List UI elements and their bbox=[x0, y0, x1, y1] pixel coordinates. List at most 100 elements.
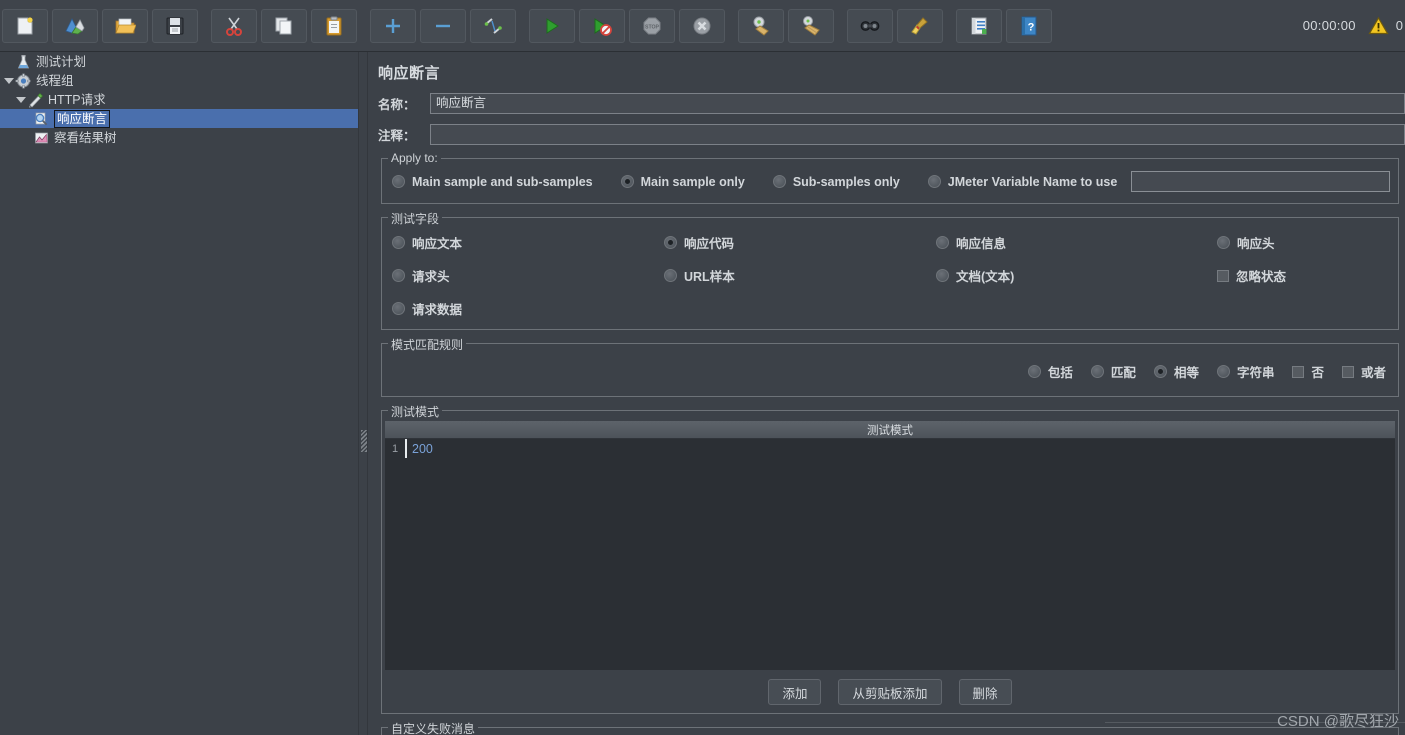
save-icon[interactable] bbox=[152, 8, 198, 43]
checkbox-square-icon[interactable] bbox=[1341, 365, 1354, 378]
custom-failure-message-group: 自定义失败消息 bbox=[381, 720, 1399, 735]
radio-document-text[interactable]: 文档(文本) bbox=[936, 266, 1217, 285]
table-row[interactable]: 1 200 bbox=[385, 439, 1395, 458]
stop-icon[interactable]: STOP bbox=[629, 8, 675, 43]
svg-text:?: ? bbox=[1028, 21, 1035, 33]
radio-jmeter-variable-name[interactable]: JMeter Variable Name to use bbox=[927, 174, 1118, 189]
checkbox-ignore-status[interactable]: 忽略状态 bbox=[1217, 266, 1392, 285]
radio-circle-icon[interactable] bbox=[772, 175, 786, 188]
add-button[interactable]: 添加 bbox=[768, 679, 822, 705]
expand-all-icon[interactable] bbox=[370, 8, 416, 43]
function-helper-icon[interactable] bbox=[956, 8, 1002, 43]
test-plan-icon bbox=[15, 54, 32, 70]
open-icon[interactable] bbox=[102, 8, 148, 43]
add-from-clipboard-button[interactable]: 从剪贴板添加 bbox=[838, 679, 942, 705]
radio-circle-icon[interactable] bbox=[392, 175, 405, 188]
toolbar-file-group bbox=[0, 0, 200, 51]
test-field-legend: 测试字段 bbox=[388, 210, 443, 227]
checkbox-square-icon[interactable] bbox=[1217, 269, 1229, 282]
toolbar-separator bbox=[945, 0, 954, 51]
clear-icon[interactable] bbox=[738, 8, 784, 43]
radio-sub-samples-only[interactable]: Sub-samples only bbox=[772, 175, 900, 189]
radio-circle-icon[interactable] bbox=[392, 302, 405, 315]
toolbar-search-group bbox=[845, 0, 945, 51]
radio-main-sample-and-sub-samples[interactable]: Main sample and sub-samples bbox=[392, 175, 593, 189]
reset-search-icon[interactable] bbox=[897, 8, 943, 43]
cut-icon[interactable] bbox=[211, 8, 257, 43]
radio-equals[interactable]: 相等 bbox=[1153, 362, 1199, 381]
radio-circle-icon[interactable] bbox=[664, 269, 677, 282]
radio-response-headers[interactable]: 响应头 bbox=[1217, 233, 1392, 252]
radio-response-text[interactable]: 响应文本 bbox=[392, 233, 664, 252]
radio-circle-icon[interactable] bbox=[936, 236, 949, 249]
start-no-timers-icon[interactable] bbox=[579, 8, 625, 43]
radio-request-headers[interactable]: 请求头 bbox=[392, 266, 664, 285]
radio-circle-icon[interactable] bbox=[392, 236, 405, 249]
templates-icon[interactable] bbox=[52, 8, 98, 43]
radio-circle-icon[interactable] bbox=[392, 269, 405, 282]
option-label: JMeter Variable Name to use bbox=[947, 174, 1118, 189]
table-empty-area[interactable] bbox=[385, 474, 1395, 670]
paste-icon[interactable] bbox=[311, 8, 357, 43]
checkbox-or[interactable]: 或者 bbox=[1341, 362, 1386, 381]
jmeter-variable-input[interactable] bbox=[1131, 171, 1390, 192]
tree-item-http-request[interactable]: HTTP请求 bbox=[0, 90, 358, 109]
radio-circle-icon[interactable] bbox=[664, 236, 677, 249]
collapse-all-icon[interactable] bbox=[420, 8, 466, 43]
option-label: 响应代码 bbox=[684, 237, 735, 251]
tree-item-thread-group[interactable]: 线程组 bbox=[0, 71, 358, 90]
checkbox-square-icon[interactable] bbox=[1292, 365, 1305, 378]
radio-substring[interactable]: 字符串 bbox=[1216, 362, 1274, 381]
table-column-header[interactable]: 测试模式 bbox=[385, 421, 1395, 439]
new-icon[interactable] bbox=[2, 8, 48, 43]
start-icon[interactable] bbox=[529, 8, 575, 43]
table-body[interactable]: 1 200 bbox=[385, 439, 1395, 474]
clear-all-icon[interactable] bbox=[788, 8, 834, 43]
option-label: 相等 bbox=[1173, 366, 1199, 380]
radio-circle-icon[interactable] bbox=[927, 175, 941, 188]
copy-icon[interactable] bbox=[261, 8, 307, 43]
test-patterns-table[interactable]: 测试模式 1 200 bbox=[385, 421, 1395, 670]
tree-item-test-plan[interactable]: 测试计划 bbox=[0, 52, 358, 71]
radio-request-data[interactable]: 请求数据 bbox=[392, 299, 664, 318]
http-request-icon bbox=[27, 92, 44, 108]
twisty-expanded-icon[interactable] bbox=[2, 77, 15, 84]
radio-response-message[interactable]: 响应信息 bbox=[936, 233, 1217, 252]
pattern-rules-legend: 模式匹配规则 bbox=[388, 336, 467, 353]
radio-url-sample[interactable]: URL样本 bbox=[664, 266, 936, 285]
search-icon[interactable] bbox=[847, 8, 893, 43]
test-plan-tree[interactable]: 测试计划 线程组 HTTP请求 响应断言 察看结果树 bbox=[0, 52, 358, 735]
split-pane-divider[interactable] bbox=[358, 52, 368, 735]
radio-circle-icon[interactable] bbox=[1153, 365, 1167, 378]
radio-matches[interactable]: 匹配 bbox=[1090, 362, 1136, 381]
test-patterns-group: 测试模式 测试模式 1 200 添加 从剪贴板添加 删除 bbox=[381, 403, 1399, 714]
toolbar-run-group: STOP bbox=[527, 0, 727, 51]
toggle-icon[interactable] bbox=[470, 8, 516, 43]
name-field-row: 名称： 响应断言 bbox=[369, 93, 1405, 114]
warning-indicator[interactable]: 0 bbox=[1368, 16, 1403, 35]
comment-input[interactable] bbox=[430, 124, 1405, 145]
pattern-cell-editor[interactable]: 200 bbox=[405, 439, 1395, 458]
radio-response-code[interactable]: 响应代码 bbox=[664, 233, 936, 252]
splitter-grip[interactable] bbox=[361, 430, 367, 452]
radio-contains[interactable]: 包括 bbox=[1027, 362, 1073, 381]
option-label: 文档(文本) bbox=[956, 270, 1015, 284]
toolbar-edit-group bbox=[209, 0, 359, 51]
delete-button[interactable]: 删除 bbox=[958, 679, 1012, 705]
radio-circle-icon[interactable] bbox=[1090, 365, 1104, 378]
twisty-expanded-icon[interactable] bbox=[14, 96, 27, 103]
tree-item-view-results-tree[interactable]: 察看结果树 bbox=[0, 128, 358, 147]
tree-item-response-assertion[interactable]: 响应断言 bbox=[0, 109, 358, 128]
radio-circle-icon[interactable] bbox=[1217, 236, 1230, 249]
shutdown-icon[interactable] bbox=[679, 8, 725, 43]
radio-circle-icon[interactable] bbox=[620, 175, 634, 188]
radio-main-sample-only[interactable]: Main sample only bbox=[620, 175, 745, 189]
radio-circle-icon[interactable] bbox=[1216, 365, 1230, 378]
elapsed-time: 00:00:00 bbox=[1302, 18, 1356, 33]
checkbox-not[interactable]: 否 bbox=[1292, 362, 1324, 381]
name-input[interactable]: 响应断言 bbox=[430, 93, 1405, 114]
help-icon[interactable]: ? bbox=[1006, 8, 1052, 43]
radio-circle-icon[interactable] bbox=[1027, 365, 1041, 378]
toolbar-clear-group bbox=[736, 0, 836, 51]
radio-circle-icon[interactable] bbox=[936, 269, 949, 282]
